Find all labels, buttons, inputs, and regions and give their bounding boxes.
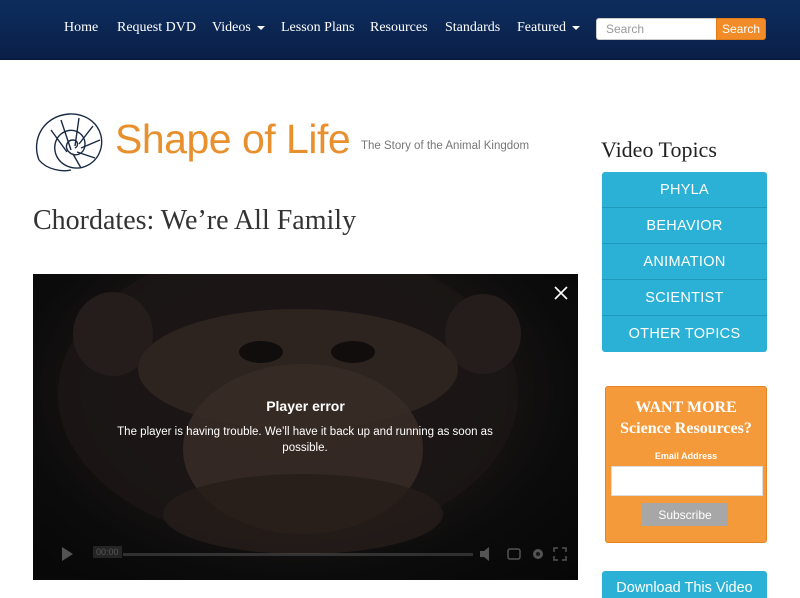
nav-standards[interactable]: Standards [445, 20, 500, 38]
search-input[interactable] [596, 18, 716, 40]
progress-bar[interactable] [123, 553, 473, 556]
video-topics-list: PHYLA BEHAVIOR ANIMATION SCIENTIST OTHER… [602, 172, 767, 352]
nav-featured[interactable]: Featured [517, 20, 580, 38]
signup-title-line2: Science Resources? [620, 420, 752, 437]
top-navigation-bar: Home Request DVD Videos Lesson Plans Res… [0, 0, 800, 60]
nav-lesson-plans[interactable]: Lesson Plans [281, 20, 355, 38]
site-logo[interactable]: Shape of Life The Story of the Animal Ki… [33, 110, 533, 174]
subscribe-button[interactable]: Subscribe [642, 503, 728, 526]
caret-down-icon [571, 25, 580, 30]
newsletter-signup-box: WANT MORE Science Resources? Email Addre… [605, 386, 767, 543]
search-button[interactable]: Search [716, 18, 766, 40]
caret-down-icon [256, 25, 265, 30]
player-error-title: Player error [266, 398, 345, 414]
page-title: Chordates: We’re All Family [33, 205, 357, 236]
settings-gear-icon[interactable] [531, 547, 545, 561]
player-error-message: The player is having trouble. We’ll have… [117, 426, 493, 454]
play-icon[interactable] [59, 546, 75, 562]
logo-wordmark: Shape of Life [115, 116, 351, 162]
video-topics-heading: Video Topics [601, 137, 717, 162]
close-icon[interactable] [552, 284, 570, 302]
volume-icon[interactable] [479, 547, 495, 561]
video-player[interactable]: Player error The player is having troubl… [33, 274, 578, 580]
topic-phyla-button[interactable]: PHYLA [602, 172, 767, 208]
signup-title-line1: WANT MORE [635, 399, 737, 416]
topic-behavior-button[interactable]: BEHAVIOR [602, 208, 767, 244]
nav-videos-label: Videos [212, 20, 251, 35]
nav-home[interactable]: Home [64, 20, 98, 38]
email-address-label: Email Address [654, 451, 718, 461]
logo-tagline: The Story of the Animal Kingdom [361, 140, 530, 152]
nav-request-dvd[interactable]: Request DVD [117, 20, 196, 38]
topic-other-topics-button[interactable]: OTHER TOPICS [602, 316, 767, 352]
nav-featured-label: Featured [517, 20, 566, 35]
topic-scientist-button[interactable]: SCIENTIST [602, 280, 767, 316]
email-field[interactable] [611, 466, 763, 496]
topic-animation-button[interactable]: ANIMATION [602, 244, 767, 280]
nautilus-shell-icon [35, 113, 103, 172]
nav-videos[interactable]: Videos [212, 20, 265, 38]
player-controls: 00:00 [33, 538, 578, 572]
signup-title: WANT MORE Science Resources? [606, 397, 766, 439]
fullscreen-icon[interactable] [553, 547, 567, 561]
captions-icon[interactable] [507, 547, 521, 561]
nav-resources[interactable]: Resources [370, 20, 428, 38]
download-video-button[interactable]: Download This Video [602, 571, 767, 598]
time-display: 00:00 [93, 546, 122, 558]
